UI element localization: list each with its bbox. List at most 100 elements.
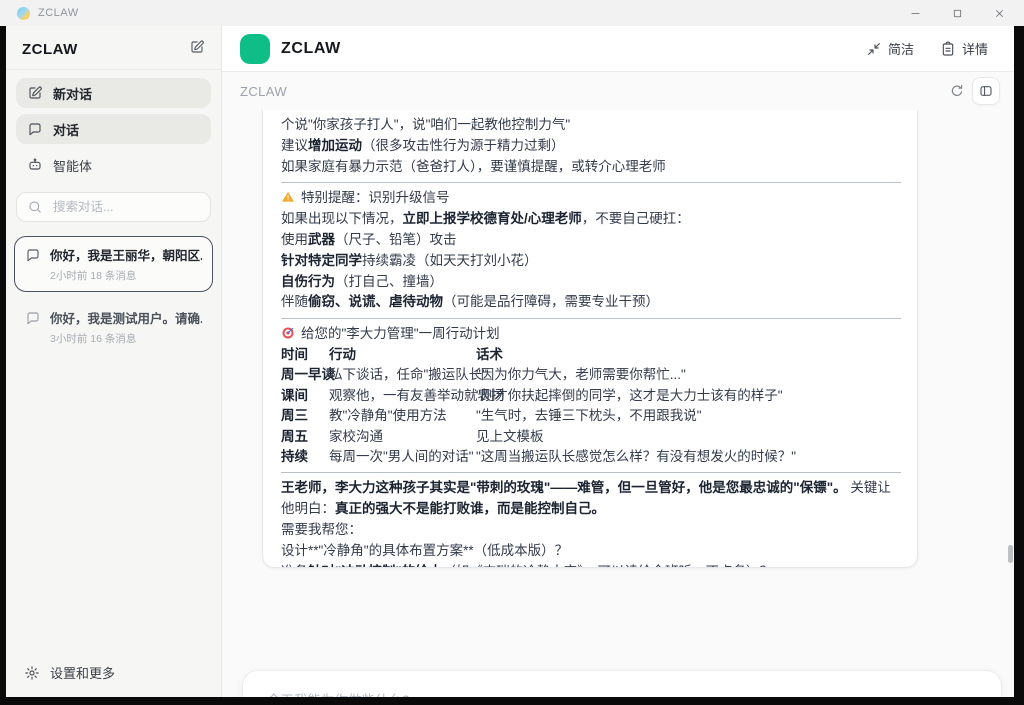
search-box[interactable] xyxy=(16,192,211,222)
compose-icon[interactable] xyxy=(189,39,205,60)
sidebar-item-2[interactable]: 智能体 xyxy=(16,150,211,180)
message-text: 个说"你家孩子打人"，说"咱们一起教他控制力气" xyxy=(281,117,570,132)
refresh-icon[interactable] xyxy=(949,83,965,99)
message-text: 针对"冲动控制"的绘本 xyxy=(308,564,442,568)
message-text: （很多攻击性行为源于精力过剩） xyxy=(362,138,565,153)
table-cell: 持续 xyxy=(281,447,329,467)
app-window: ZCLAW 新对话对话智能体 你好，我是王丽华，朝阳区... 2小时前 18 条消… xyxy=(6,26,1014,697)
message-text: 偷窃、说谎、虐待动物 xyxy=(308,294,443,309)
table-cell: 周一早读 xyxy=(281,365,329,385)
minimize-button[interactable] xyxy=(898,2,932,24)
message-text: （如《杰瑞的冷静太空》，可以读给全班听，不点名）？ xyxy=(442,564,773,568)
header-action-1[interactable]: 详情 xyxy=(940,39,988,58)
window-controls xyxy=(898,2,1016,24)
chat-viewport[interactable]: 个说"你家孩子打人"，说"咱们一起教他控制力气" 建议增加运动（很多攻击性行为源于… xyxy=(222,110,1014,697)
sidebar-nav: 新对话对话智能体 xyxy=(6,70,221,180)
divider xyxy=(281,318,901,319)
message-line: 针对特定同学持续霸凌（如天天打刘小花） xyxy=(281,251,901,272)
message-line: 王老师，李大力这种孩子其实是"带刺的玫瑰"——难管，但一旦管好，他是您最忠诚的"… xyxy=(281,478,901,520)
sidebar-item-label: 新对话 xyxy=(53,84,92,103)
message-text: 需要我帮您： xyxy=(281,522,362,537)
main-header: ZCLAW 简洁 详情 xyxy=(222,26,1014,72)
search-input[interactable] xyxy=(51,199,205,215)
brand-title: ZCLAW xyxy=(281,40,341,58)
message-input[interactable] xyxy=(265,687,979,697)
conversation-title: 你好，我是王丽华，朝阳区... xyxy=(50,245,202,264)
assistant-message: 个说"你家孩子打人"，说"咱们一起教他控制力气" 建议增加运动（很多攻击性行为源于… xyxy=(281,115,901,568)
message-line: 设计**"冷静角"的具体布置方案**（低成本版）？ xyxy=(281,541,901,562)
header-action-label: 详情 xyxy=(962,39,988,58)
robot-icon xyxy=(27,157,43,173)
gear-icon xyxy=(24,665,40,681)
collapse-icon xyxy=(866,41,882,57)
message-text: 自伤行为 xyxy=(281,274,335,289)
app-logo-icon xyxy=(17,7,30,20)
warning-icon xyxy=(281,190,295,204)
sidebar-header: ZCLAW xyxy=(6,26,221,70)
table-cell: "这周当搬运队长感觉怎么样？有没有想发火的时候？" xyxy=(476,447,901,467)
message-line: 自伤行为（打自己、撞墙） xyxy=(281,272,901,293)
message-line: 如果出现以下情况，立即上报学校德育处/心理老师，不要自己硬扛： xyxy=(281,209,901,230)
brand-logo-icon xyxy=(240,34,270,64)
message-line: 建议增加运动（很多攻击性行为源于精力过剩） xyxy=(281,136,901,157)
search-icon xyxy=(27,199,43,215)
table-cell: 课间 xyxy=(281,386,329,406)
conversation-meta: 2小时前 18 条消息 xyxy=(50,268,202,283)
table-cell: 家校沟通 xyxy=(329,427,476,447)
sidebar-item-1[interactable]: 对话 xyxy=(16,114,211,144)
chat-bubble-icon xyxy=(27,121,43,137)
message-line: 需要我帮您： xyxy=(281,520,901,541)
table-cell: "因为你力气大，老师需要你帮忙..." xyxy=(476,365,901,385)
title-bar: ZCLAW xyxy=(0,0,1024,26)
composer: 思考 GLM-4.7 xyxy=(242,670,1002,697)
message-line: 给您的"李大力管理"一周行动计划 xyxy=(281,324,901,345)
message-line: 使用武器（尺子、铅笔）攻击 xyxy=(281,230,901,251)
main-area: ZCLAW 简洁 详情 ZCLAW 个说"你家孩子打人"，说"咱们一起教他控制力气… xyxy=(222,26,1014,697)
message-text: 设计**"冷静角"的具体布置方案**（低成本版）？ xyxy=(281,543,568,558)
table-header-cell: 行动 xyxy=(329,345,476,365)
settings-and-more[interactable]: 设置和更多 xyxy=(6,648,221,697)
scrollbar-thumb[interactable] xyxy=(1008,545,1013,563)
target-icon xyxy=(281,326,295,340)
settings-label: 设置和更多 xyxy=(50,663,115,682)
compose-icon xyxy=(27,85,43,101)
message-text: 真正的强大不是能打败谁，而是能控制自己。 xyxy=(335,501,605,516)
message-text: 立即上报学校德育处/心理老师 xyxy=(403,211,582,226)
sidebar-item-0[interactable]: 新对话 xyxy=(16,78,211,108)
message-text: 针对特定同学 xyxy=(281,253,362,268)
message-text: 准备 xyxy=(281,564,308,568)
window-title: ZCLAW xyxy=(38,7,79,19)
message-text: 王老师，李大力这种孩子其实是"带刺的玫瑰"——难管，但一旦管好，他是您最忠诚的"… xyxy=(281,480,847,495)
panel-toggle-button[interactable] xyxy=(972,77,1000,105)
table-cell: 私下谈话，任命"搬运队长" xyxy=(329,365,476,385)
header-actions: 简洁 详情 xyxy=(866,39,988,58)
table-cell: 每周一次"男人间的对话" xyxy=(329,447,476,467)
conversation-label: ZCLAW xyxy=(240,84,287,99)
conversation-meta: 3小时前 16 条消息 xyxy=(50,331,202,346)
table-header-cell: 话术 xyxy=(476,345,901,365)
sidebar: ZCLAW 新对话对话智能体 你好，我是王丽华，朝阳区... 2小时前 18 条消… xyxy=(6,26,222,697)
conversation-item[interactable]: 你好，我是王丽华，朝阳区... 2小时前 18 条消息 xyxy=(14,236,213,292)
message-text: 如果出现以下情况， xyxy=(281,211,403,226)
conversation-title: 你好，我是测试用户。请确... xyxy=(50,308,202,327)
message-line: 个说"你家孩子打人"，说"咱们一起教他控制力气" xyxy=(281,115,901,136)
header-action-0[interactable]: 简洁 xyxy=(866,39,914,58)
conversation-item[interactable]: 你好，我是测试用户。请确... 3小时前 16 条消息 xyxy=(14,299,213,355)
table-cell: 见上文模板 xyxy=(476,427,901,447)
message-text: ，不要自己硬扛： xyxy=(582,211,690,226)
chat-bubble-icon xyxy=(25,310,41,331)
maximize-button[interactable] xyxy=(940,2,974,24)
message-line: 伴随偷窃、说谎、虐待动物（可能是品行障碍，需要专业干预） xyxy=(281,292,901,313)
table-cell: 周三 xyxy=(281,406,329,426)
message-text: 持续霸凌（如天天打刘小花） xyxy=(362,253,538,268)
action-plan-table: 时间行动话术周一早读私下谈话，任命"搬运队长""因为你力气大，老师需要你帮忙..… xyxy=(281,345,901,467)
close-button[interactable] xyxy=(982,2,1016,24)
message-text: 增加运动 xyxy=(308,138,362,153)
message-text: 伴随 xyxy=(281,294,308,309)
divider xyxy=(281,472,901,473)
table-header-cell: 时间 xyxy=(281,345,329,365)
conversation-list: 你好，我是王丽华，朝阳区... 2小时前 18 条消息你好，我是测试用户。请确..… xyxy=(6,228,221,355)
table-cell: 观察他，一有友善举动就表扬 xyxy=(329,386,476,406)
sidebar-item-label: 对话 xyxy=(53,120,79,139)
message-text: 使用 xyxy=(281,232,308,247)
